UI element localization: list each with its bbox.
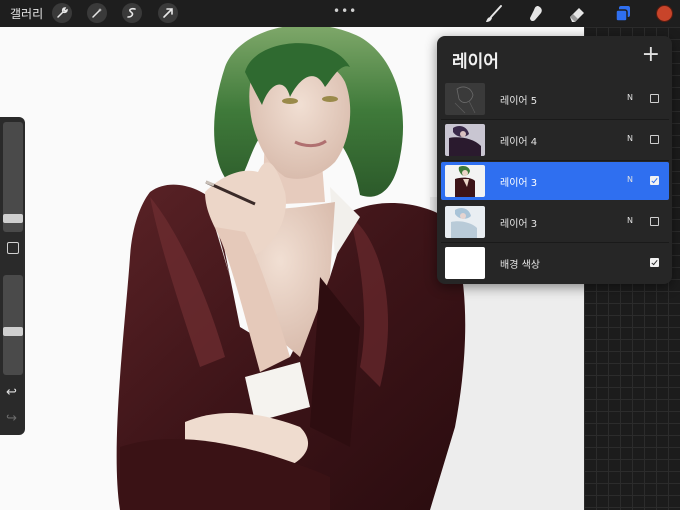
layer-name: 레이어 4 bbox=[500, 137, 538, 148]
portrait-thumbnail bbox=[445, 165, 485, 197]
brush-size-handle[interactable] bbox=[3, 214, 23, 223]
panel-title: 레이어 bbox=[452, 52, 499, 72]
brush-icon[interactable] bbox=[484, 4, 504, 24]
more-menu-icon[interactable]: ••• bbox=[333, 4, 357, 18]
undo-icon[interactable]: ↩ bbox=[6, 385, 17, 400]
wrench-icon[interactable] bbox=[52, 3, 72, 23]
layers-panel: 레이어 + 레이어 5 N 레이어 4 N 레이어 3 N 레이어 3 N 배경… bbox=[437, 36, 672, 284]
brush-size-slider[interactable] bbox=[3, 122, 23, 232]
top-toolbar: 갤러리 ••• bbox=[0, 0, 680, 27]
modify-button-square-icon[interactable] bbox=[7, 242, 19, 254]
magic-wand-icon[interactable] bbox=[87, 3, 107, 23]
selection-s-icon[interactable] bbox=[122, 3, 142, 23]
gallery-button[interactable]: 갤러리 bbox=[10, 5, 43, 22]
left-sidebar: ↩ ↪ bbox=[0, 117, 25, 435]
opacity-slider[interactable] bbox=[3, 275, 23, 375]
color-picker-button[interactable] bbox=[656, 5, 673, 22]
layer-row[interactable]: 레이어 3 N bbox=[441, 203, 669, 241]
eraser-icon[interactable] bbox=[567, 4, 587, 24]
sketch-thumbnail bbox=[445, 83, 485, 115]
layer-row-selected[interactable]: 레이어 3 N bbox=[441, 162, 669, 200]
blend-mode-button[interactable]: N bbox=[627, 134, 633, 143]
layer-name: 레이어 3 bbox=[500, 178, 538, 189]
visibility-checkbox[interactable] bbox=[650, 94, 659, 103]
layer-row[interactable]: 레이어 5 N bbox=[441, 80, 669, 118]
divider bbox=[441, 160, 669, 161]
transform-arrow-icon[interactable] bbox=[158, 3, 178, 23]
divider bbox=[441, 119, 669, 120]
redo-icon[interactable]: ↪ bbox=[6, 411, 17, 426]
add-layer-button[interactable]: + bbox=[642, 44, 660, 66]
opacity-handle[interactable] bbox=[3, 327, 23, 336]
blend-mode-button[interactable]: N bbox=[627, 93, 633, 102]
divider bbox=[441, 242, 669, 243]
blend-mode-button[interactable]: N bbox=[627, 175, 633, 184]
layer-name: 배경 색상 bbox=[500, 260, 540, 271]
visibility-checkbox-checked[interactable] bbox=[650, 258, 659, 267]
blend-mode-button[interactable]: N bbox=[627, 216, 633, 225]
blue-sketch-thumbnail bbox=[445, 206, 485, 238]
white-background-thumbnail bbox=[445, 247, 485, 279]
smudge-icon[interactable] bbox=[526, 4, 546, 24]
visibility-checkbox-checked[interactable] bbox=[650, 176, 659, 185]
layer-name: 레이어 5 bbox=[500, 96, 538, 107]
background-color-row[interactable]: 배경 색상 bbox=[441, 244, 669, 282]
dark-painting-thumbnail bbox=[445, 124, 485, 156]
visibility-checkbox[interactable] bbox=[650, 217, 659, 226]
visibility-checkbox[interactable] bbox=[650, 135, 659, 144]
layers-icon[interactable] bbox=[613, 4, 633, 24]
layer-name: 레이어 3 bbox=[500, 219, 538, 230]
layer-row[interactable]: 레이어 4 N bbox=[441, 121, 669, 159]
